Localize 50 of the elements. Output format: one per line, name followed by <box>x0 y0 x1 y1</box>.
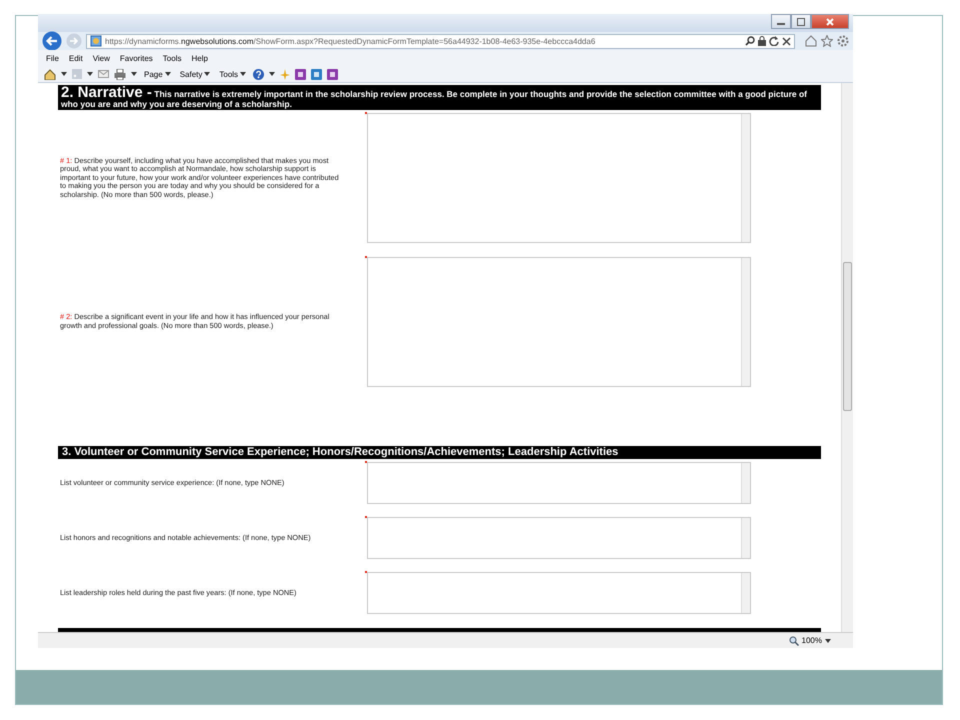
scrollbar[interactable] <box>741 258 750 386</box>
close-icon[interactable] <box>782 36 791 46</box>
menu-item[interactable]: Help <box>191 54 208 62</box>
toolbar-menu-button[interactable]: Safety <box>178 70 212 78</box>
toolbar-menu-button[interactable]: Page <box>142 70 173 78</box>
caret-icon[interactable] <box>87 72 93 76</box>
scrollbar[interactable] <box>841 83 853 632</box>
zoom-icon <box>788 636 799 646</box>
settings-icon[interactable] <box>837 35 849 47</box>
printer-icon[interactable] <box>114 68 126 80</box>
caret-icon <box>164 72 171 76</box>
maximize-icon <box>797 18 805 26</box>
menu-item[interactable]: Tools <box>162 54 182 62</box>
close-button[interactable] <box>811 14 849 29</box>
menu-item[interactable]: File <box>46 54 59 62</box>
scrollbar[interactable] <box>741 518 750 558</box>
scrollbar[interactable] <box>741 573 750 613</box>
section-header: 2. Narrative -This narrative is extremely important in the scholarship review process. Be complete in your thoughts and provide the selection committee with a good picture of who you are and why you are deserving of a scholarship. <box>58 85 821 110</box>
scrollbar[interactable] <box>741 114 750 242</box>
home-icon[interactable] <box>44 68 56 80</box>
square-icon[interactable] <box>295 68 306 80</box>
lock-icon[interactable] <box>758 36 766 46</box>
mail-icon[interactable] <box>98 70 109 78</box>
caret-icon[interactable] <box>61 72 67 76</box>
caret-icon[interactable] <box>131 72 137 76</box>
square-icon[interactable] <box>311 68 322 80</box>
menu-item[interactable]: Favorites <box>120 54 153 62</box>
search-icon[interactable] <box>745 36 755 46</box>
back-button[interactable] <box>42 31 62 51</box>
maximize-button[interactable] <box>791 14 811 29</box>
section-header: 3. Volunteer or Community Service Experience; Honors/Recognitions/Achievements; Leadership Activities <box>58 446 821 459</box>
caret-icon[interactable] <box>269 72 276 76</box>
star-icon[interactable] <box>821 35 833 47</box>
address-field[interactable]: https://dynamicforms.ngwebsolutions.com/ShowForm.aspx?RequestedDynamicFormTemplate=56a44932-1b08-4e63-935e-4ebccca4dda6 <box>86 34 795 48</box>
caret-icon[interactable] <box>825 638 831 642</box>
menu-item[interactable]: Edit <box>68 54 83 62</box>
menu-item[interactable]: View <box>92 54 110 62</box>
scrollbar[interactable] <box>741 463 750 503</box>
refresh-icon[interactable] <box>769 36 779 46</box>
zoom-level[interactable]: 100% <box>802 636 822 645</box>
home-icon[interactable] <box>805 35 817 47</box>
caret-icon <box>240 72 246 76</box>
scroll-thumb[interactable] <box>843 262 852 411</box>
close-icon <box>826 18 834 26</box>
help-icon[interactable] <box>253 68 264 80</box>
minimize-button[interactable] <box>771 14 791 29</box>
page-icon <box>90 35 102 47</box>
toolbar-menu-button[interactable]: Tools <box>217 70 248 78</box>
caret-icon <box>204 72 210 76</box>
square-icon[interactable] <box>327 68 338 80</box>
